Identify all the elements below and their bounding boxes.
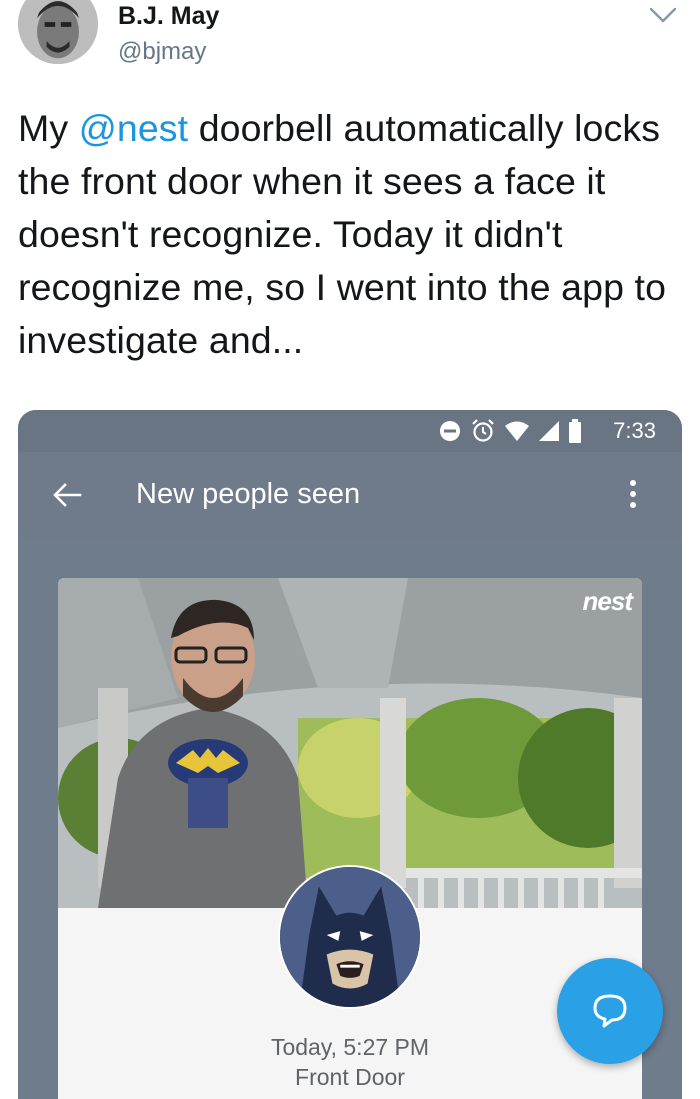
event-location: Front Door xyxy=(295,1064,405,1090)
doorbell-camera-image xyxy=(58,578,642,908)
avatar-image xyxy=(18,0,98,64)
overflow-menu-icon[interactable] xyxy=(630,480,638,510)
camera-snapshot[interactable]: nest xyxy=(58,578,642,908)
status-time: 7:33 xyxy=(613,418,656,443)
tweet-header: B.J. May @bjmay xyxy=(0,0,700,90)
tweet-text: My @nest doorbell automatically locks th… xyxy=(18,102,678,367)
author-handle[interactable]: @bjmay xyxy=(118,38,206,66)
status-icons xyxy=(438,419,582,443)
app-title: New people seen xyxy=(136,478,361,510)
alarm-icon xyxy=(472,419,494,442)
nest-logo: nest xyxy=(582,586,633,616)
battery-icon xyxy=(569,419,581,443)
event-card[interactable]: nest Today, 5:27 PM Front Door xyxy=(58,578,642,1099)
event-time: Today, 5:27 PM xyxy=(270,1034,430,1060)
status-bar: 7:33 xyxy=(18,410,682,452)
chevron-down-icon[interactable] xyxy=(648,4,678,26)
signal-icon xyxy=(539,421,559,441)
chat-bubble-icon xyxy=(593,994,627,1028)
author-name[interactable]: B.J. May xyxy=(118,2,219,31)
face-thumbnail[interactable] xyxy=(278,865,422,1009)
mention-link[interactable]: @nest xyxy=(79,107,188,149)
wifi-icon xyxy=(505,421,529,441)
app-bar: New people seen xyxy=(18,452,682,538)
minus-circle-icon xyxy=(440,421,460,441)
chat-fab-button[interactable] xyxy=(557,958,663,1064)
batman-face-image xyxy=(280,867,420,1007)
arrow-left-icon[interactable] xyxy=(52,482,82,508)
tweet-text-start: My xyxy=(18,107,79,149)
avatar[interactable] xyxy=(16,0,100,66)
